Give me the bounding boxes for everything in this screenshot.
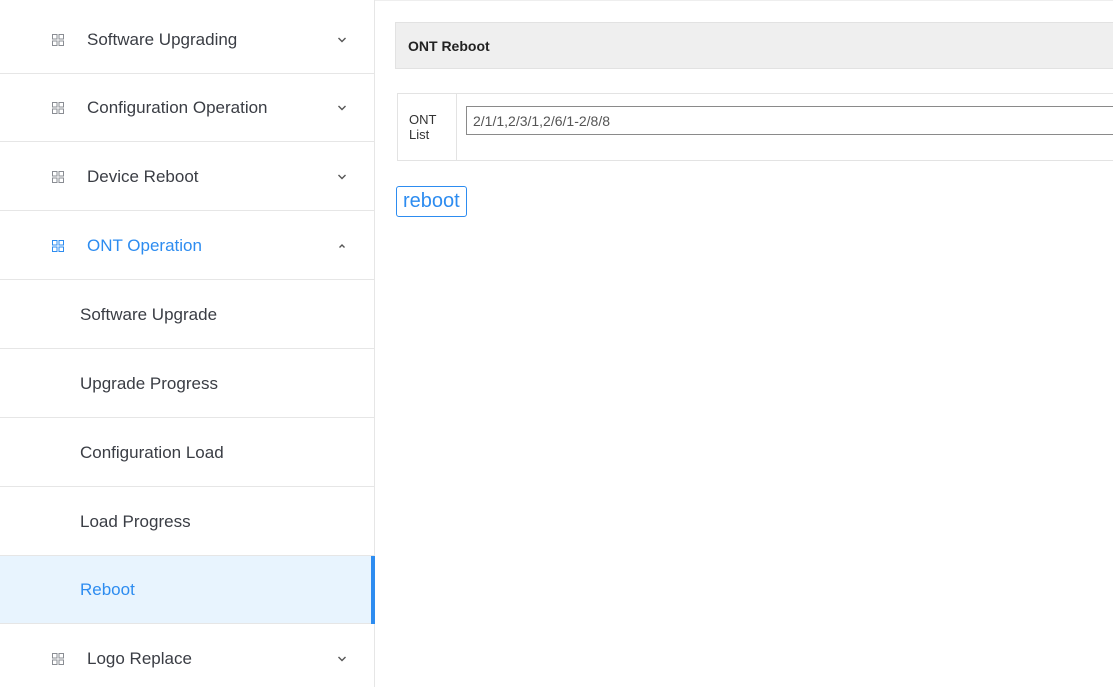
- sidebar-group-label: Configuration Operation: [87, 97, 268, 117]
- chevron-down-icon: [338, 37, 346, 42]
- chevron-down-icon: [338, 105, 346, 110]
- grid-icon: [52, 101, 64, 114]
- reboot-button[interactable]: reboot: [396, 186, 467, 217]
- grid-icon: [52, 653, 64, 665]
- sidebar-group-label: Device Reboot: [87, 166, 199, 186]
- sidebar-item-software-upgrade[interactable]: Software Upgrade: [0, 281, 374, 349]
- sidebar-group-configuration-operation[interactable]: Configuration Operation: [0, 74, 374, 142]
- sidebar-item-label: Software Upgrade: [80, 304, 218, 324]
- sidebar-item-reboot[interactable]: Reboot: [0, 556, 375, 624]
- sidebar-group-ont-operation[interactable]: ONT Operation: [0, 212, 374, 280]
- content-top-border: [375, 0, 1113, 6]
- sidebar-item-label: Configuration Load: [80, 442, 224, 462]
- ont-list-cell: [457, 94, 1113, 160]
- sidebar-menu: Software Upgrading Configuration Operati…: [0, 0, 375, 687]
- ont-list-input[interactable]: [466, 106, 1113, 135]
- sidebar-group-label: Logo Replace: [87, 649, 192, 668]
- sidebar-group-software-upgrading[interactable]: Software Upgrading: [0, 6, 374, 74]
- sidebar-item-label: Reboot: [80, 579, 135, 599]
- sidebar-item-configuration-load[interactable]: Configuration Load: [0, 419, 374, 487]
- chevron-down-icon: [338, 174, 346, 179]
- ont-list-form-row: ONT List: [397, 93, 1113, 161]
- sidebar-group-label: Software Upgrading: [87, 29, 238, 49]
- grid-icon: [52, 239, 64, 252]
- sidebar-group-logo-replace[interactable]: Logo Replace: [0, 625, 374, 693]
- sidebar-item-upgrade-progress[interactable]: Upgrade Progress: [0, 350, 374, 418]
- sidebar-group-label: ONT Operation: [87, 235, 202, 255]
- ont-list-label-line2: List: [409, 127, 430, 142]
- grid-icon: [52, 170, 64, 183]
- sidebar-item-label: Upgrade Progress: [80, 373, 218, 393]
- sidebar-item-label: Load Progress: [80, 511, 191, 531]
- chevron-down-icon: [338, 656, 346, 662]
- grid-icon: [52, 33, 64, 46]
- ont-list-label-line1: ONT: [409, 112, 437, 127]
- section-title: ONT Reboot: [408, 37, 490, 54]
- chevron-up-icon: [339, 243, 345, 248]
- sidebar-group-device-reboot[interactable]: Device Reboot: [0, 143, 374, 211]
- ont-list-label: ONT List: [398, 94, 457, 160]
- section-header: ONT Reboot: [395, 22, 1113, 69]
- sidebar-item-load-progress[interactable]: Load Progress: [0, 488, 374, 556]
